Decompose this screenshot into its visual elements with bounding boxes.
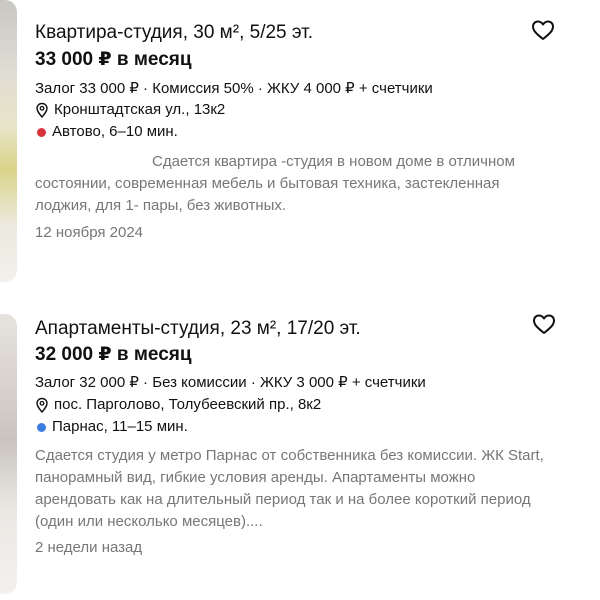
address-text: пос. Парголово, Толубеевский пр., 8к2: [54, 396, 322, 413]
listing-address: пос. Парголово, Толубеевский пр., 8к2: [35, 395, 321, 415]
location-pin-icon: [36, 102, 48, 118]
listing-address: Кронштадтская ул., 13к2: [35, 100, 225, 120]
listing-card[interactable]: Квартира-студия, 30 м², 5/25 эт. 33 000 …: [0, 0, 600, 290]
listing-terms: Залог 32 000 ₽ · Без комиссии · ЖКУ 3 00…: [35, 374, 426, 391]
listing-price: 32 000 ₽ в месяц: [35, 344, 192, 365]
heart-icon[interactable]: [530, 18, 556, 42]
listing-title[interactable]: Квартира-студия, 30 м², 5/25 эт.: [35, 21, 313, 45]
metro-text: Автово, 6–10 мин.: [52, 123, 178, 140]
address-text: Кронштадтская ул., 13к2: [54, 101, 226, 118]
listing-card[interactable]: Апартаменты-студия, 23 м², 17/20 эт. 32 …: [0, 300, 600, 600]
metro-line-dot: [37, 127, 46, 137]
listing-price: 33 000 ₽ в месяц: [35, 49, 192, 70]
listing-description: Сдается студия у метро Парнас от собстве…: [35, 447, 544, 530]
listing-title[interactable]: Апартаменты-студия, 23 м², 17/20 эт.: [35, 317, 361, 341]
listing-description: Сдается квартира -студия в новом доме в …: [35, 153, 515, 214]
heart-icon[interactable]: [531, 312, 557, 336]
listing-date: 12 ноября 2024: [35, 224, 144, 241]
listing-metro: Парнас, 11–15 мин.: [35, 417, 188, 437]
listing-metro: Автово, 6–10 мин.: [35, 122, 178, 142]
location-pin-icon: [36, 397, 48, 413]
listing-terms: Залог 33 000 ₽ · Комиссия 50% · ЖКУ 4 00…: [35, 80, 433, 97]
listing-date: 2 недели назад: [35, 539, 143, 556]
listing-photo[interactable]: [0, 314, 17, 594]
listing-photo[interactable]: [0, 0, 17, 282]
metro-line-dot: [37, 422, 46, 432]
metro-text: Парнас, 11–15 мин.: [52, 418, 188, 435]
